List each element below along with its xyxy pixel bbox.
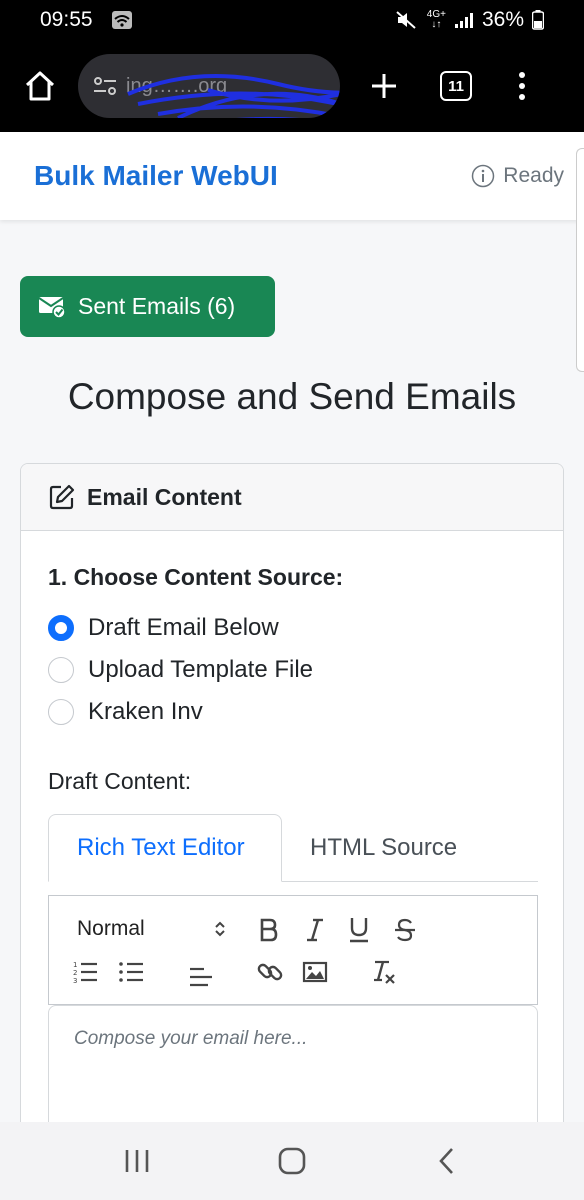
option-draft-email[interactable]: Draft Email Below xyxy=(48,614,279,642)
info-icon xyxy=(471,164,495,188)
site-settings-icon xyxy=(94,77,116,95)
home-nav-button[interactable] xyxy=(262,1131,322,1191)
bullet-list-button[interactable] xyxy=(117,956,145,988)
option-upload-template[interactable]: Upload Template File xyxy=(48,656,313,684)
svg-text:1: 1 xyxy=(73,961,77,969)
connection-status: Ready xyxy=(471,164,564,188)
dot-icon xyxy=(519,72,525,78)
plus-icon xyxy=(372,74,396,98)
option-label: Upload Template File xyxy=(88,656,314,683)
sent-emails-button[interactable]: Sent Emails (6) xyxy=(20,276,275,337)
address-bar[interactable]: ing…….org xyxy=(78,54,340,118)
image-button[interactable] xyxy=(301,956,329,988)
home-button[interactable] xyxy=(18,64,62,108)
bullet-list-icon xyxy=(119,962,143,982)
svg-text:2: 2 xyxy=(73,969,77,977)
new-tab-button[interactable] xyxy=(362,64,406,108)
battery-percent: 36% xyxy=(481,8,524,31)
back-button[interactable] xyxy=(417,1131,477,1191)
card-title: Email Content xyxy=(87,483,242,510)
option-label: Draft Email Below xyxy=(88,614,279,641)
format-select-value: Normal xyxy=(77,917,145,940)
home-icon xyxy=(25,71,55,101)
recent-apps-icon xyxy=(126,1150,149,1172)
tab-count-button[interactable]: 11 xyxy=(440,71,472,101)
strikethrough-icon xyxy=(395,918,415,942)
tab-rich-text-editor[interactable]: Rich Text Editor xyxy=(48,814,282,882)
italic-button[interactable] xyxy=(301,914,329,946)
battery-icon xyxy=(532,10,544,30)
wifi-icon xyxy=(111,10,133,30)
email-content-card: Email Content 1. Choose Content Source: … xyxy=(20,463,564,1163)
network-label: 4G+ ↓↑ xyxy=(426,9,446,30)
option-label: Kraken Inv xyxy=(88,698,203,725)
dot-icon xyxy=(519,83,525,89)
svg-text:3: 3 xyxy=(73,977,77,985)
envelope-check-icon xyxy=(38,295,66,319)
align-left-icon xyxy=(190,967,212,987)
back-chevron-icon xyxy=(438,1148,453,1174)
bold-button[interactable] xyxy=(255,914,283,946)
radio-button[interactable] xyxy=(48,699,74,725)
card-header: Email Content xyxy=(21,464,563,531)
updown-chevron-icon xyxy=(215,921,225,937)
link-button[interactable] xyxy=(255,956,285,988)
underline-button[interactable] xyxy=(345,914,373,946)
image-icon xyxy=(302,961,328,983)
tab-html-source[interactable]: HTML Source xyxy=(282,814,485,882)
browser-toolbar: ing…….org 11 xyxy=(0,40,584,132)
mute-icon xyxy=(395,10,417,30)
link-icon xyxy=(257,963,283,981)
italic-icon xyxy=(307,918,323,942)
ordered-list-button[interactable]: 123 xyxy=(71,956,99,988)
network-type: 4G+ xyxy=(426,9,446,20)
content-source-label: 1. Choose Content Source: xyxy=(48,564,344,590)
align-button[interactable] xyxy=(187,960,215,992)
option-kraken-inv[interactable]: Kraken Inv xyxy=(48,698,203,726)
page-title: Compose and Send Emails xyxy=(67,376,517,417)
app-brand[interactable]: Bulk Mailer WebUI xyxy=(34,160,278,192)
dot-icon xyxy=(519,94,525,100)
system-nav-bar xyxy=(0,1122,584,1200)
underline-icon xyxy=(350,918,368,943)
ordered-list-icon: 123 xyxy=(73,961,97,985)
strikethrough-button[interactable] xyxy=(391,914,419,946)
editor-tabs: Rich Text Editor HTML Source xyxy=(48,814,538,882)
signal-icon xyxy=(454,11,474,29)
clear-format-icon xyxy=(374,960,395,984)
status-bar: 09:55 4G+ ↓↑ 36% xyxy=(0,0,584,40)
pencil-square-icon xyxy=(49,484,75,510)
bold-icon xyxy=(260,918,278,942)
sent-emails-label: Sent Emails (6) xyxy=(78,293,236,319)
redaction-scribble xyxy=(127,74,340,118)
draft-content-label: Draft Content: xyxy=(48,768,192,794)
format-select[interactable]: Normal xyxy=(77,914,227,944)
home-square-icon xyxy=(278,1147,306,1175)
recent-apps-button[interactable] xyxy=(107,1131,167,1191)
browser-menu-button[interactable] xyxy=(512,64,532,108)
radio-button[interactable] xyxy=(48,657,74,683)
clear-format-button[interactable] xyxy=(369,956,399,988)
editor-placeholder: Compose your email here... xyxy=(74,1028,308,1049)
app-header: Bulk Mailer WebUI Ready xyxy=(0,132,584,220)
editor-toolbar: Normal 123 xyxy=(48,895,538,1005)
status-text: Ready xyxy=(503,164,564,187)
scrollbar-handle[interactable] xyxy=(576,148,584,372)
status-time: 09:55 xyxy=(40,8,93,31)
radio-button-checked[interactable] xyxy=(48,615,74,641)
